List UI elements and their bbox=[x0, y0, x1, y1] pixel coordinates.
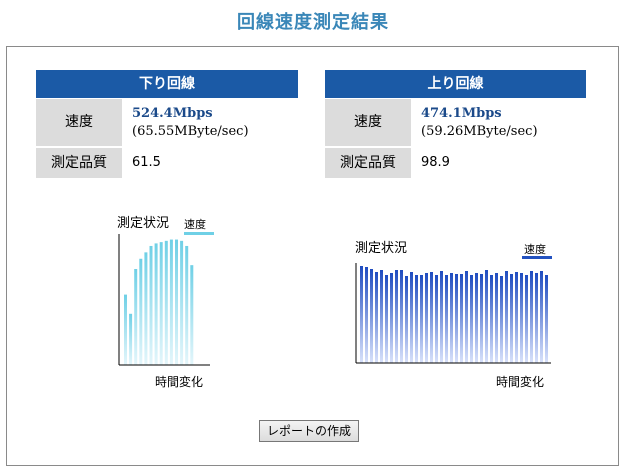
upload-quality-value: 98.9 bbox=[421, 155, 450, 170]
upload-bar bbox=[375, 272, 378, 363]
upload-bar bbox=[515, 272, 518, 363]
upload-quality-label: 測定品質 bbox=[325, 148, 411, 178]
upload-bar bbox=[510, 274, 513, 363]
upload-bar bbox=[455, 274, 458, 363]
download-bar bbox=[144, 252, 148, 365]
upload-bar bbox=[365, 267, 368, 363]
upload-bar bbox=[380, 270, 383, 363]
upload-bar bbox=[495, 273, 498, 363]
download-bar bbox=[190, 265, 194, 365]
upload-bar bbox=[500, 276, 503, 363]
upload-bar bbox=[430, 272, 433, 363]
upload-bar bbox=[485, 270, 488, 363]
download-bar bbox=[185, 245, 189, 365]
download-bars bbox=[124, 239, 194, 365]
download-chart-title: 測定状況 bbox=[117, 216, 170, 231]
download-speed-mbyte: (65.55MByte/sec) bbox=[132, 124, 249, 139]
download-xlabel: 時間変化 bbox=[155, 375, 204, 389]
upload-bar bbox=[535, 273, 538, 363]
upload-bar bbox=[385, 275, 388, 363]
download-quality-label: 測定品質 bbox=[36, 148, 122, 178]
upload-bar bbox=[465, 271, 468, 363]
upload-xlabel: 時間変化 bbox=[496, 375, 545, 389]
upload-bar bbox=[370, 269, 373, 363]
upload-bar bbox=[505, 271, 508, 363]
download-bar bbox=[175, 239, 178, 365]
upload-legend-line bbox=[522, 256, 552, 259]
upload-bar bbox=[520, 273, 523, 363]
download-bar bbox=[129, 313, 133, 365]
download-bar bbox=[124, 294, 127, 365]
download-speed-label: 速度 bbox=[36, 99, 122, 146]
upload-bar bbox=[395, 270, 398, 363]
upload-bar bbox=[405, 276, 408, 363]
upload-bar bbox=[390, 273, 393, 363]
download-bar bbox=[154, 243, 158, 365]
upload-bar bbox=[445, 275, 448, 363]
download-bar bbox=[134, 269, 138, 365]
download-bar bbox=[169, 239, 173, 365]
download-speed-mbps: 524.4Mbps bbox=[132, 106, 213, 121]
upload-bar bbox=[410, 272, 413, 363]
create-report-button[interactable]: レポートの作成 bbox=[259, 420, 359, 442]
upload-bar bbox=[480, 274, 483, 363]
upload-bar bbox=[435, 275, 438, 363]
upload-bar bbox=[450, 273, 453, 363]
upload-bar bbox=[360, 266, 363, 363]
download-quality-value: 61.5 bbox=[132, 155, 161, 170]
upload-bars bbox=[360, 266, 548, 363]
upload-bar bbox=[415, 275, 418, 363]
download-bar bbox=[164, 240, 168, 365]
upload-bar bbox=[540, 271, 543, 363]
download-chart bbox=[118, 234, 210, 366]
upload-bar bbox=[525, 275, 528, 363]
upload-chart bbox=[355, 263, 551, 364]
upload-speed-label: 速度 bbox=[325, 99, 411, 146]
download-bar bbox=[159, 242, 163, 365]
download-legend-label: 速度 bbox=[184, 218, 206, 231]
upload-bar bbox=[545, 275, 548, 363]
upload-bar bbox=[420, 275, 423, 363]
upload-header: 上り回線 bbox=[325, 70, 586, 98]
upload-legend-label: 速度 bbox=[524, 243, 546, 256]
upload-bar bbox=[425, 273, 428, 363]
download-bar bbox=[180, 240, 184, 365]
upload-bar bbox=[440, 271, 443, 363]
upload-bar bbox=[490, 275, 493, 363]
page-title: 回線速度測定結果 bbox=[237, 12, 389, 33]
upload-bar bbox=[400, 270, 403, 363]
upload-speed-mbyte: (59.26MByte/sec) bbox=[421, 124, 538, 139]
upload-speed-mbps: 474.1Mbps bbox=[421, 106, 502, 121]
upload-chart-title: 測定状況 bbox=[355, 241, 408, 256]
upload-bar bbox=[530, 271, 533, 363]
upload-bar bbox=[460, 274, 463, 363]
upload-bar bbox=[470, 275, 473, 363]
upload-bar bbox=[475, 273, 478, 363]
download-bar bbox=[149, 245, 153, 365]
download-header: 下り回線 bbox=[36, 70, 298, 98]
download-bar bbox=[139, 258, 143, 365]
